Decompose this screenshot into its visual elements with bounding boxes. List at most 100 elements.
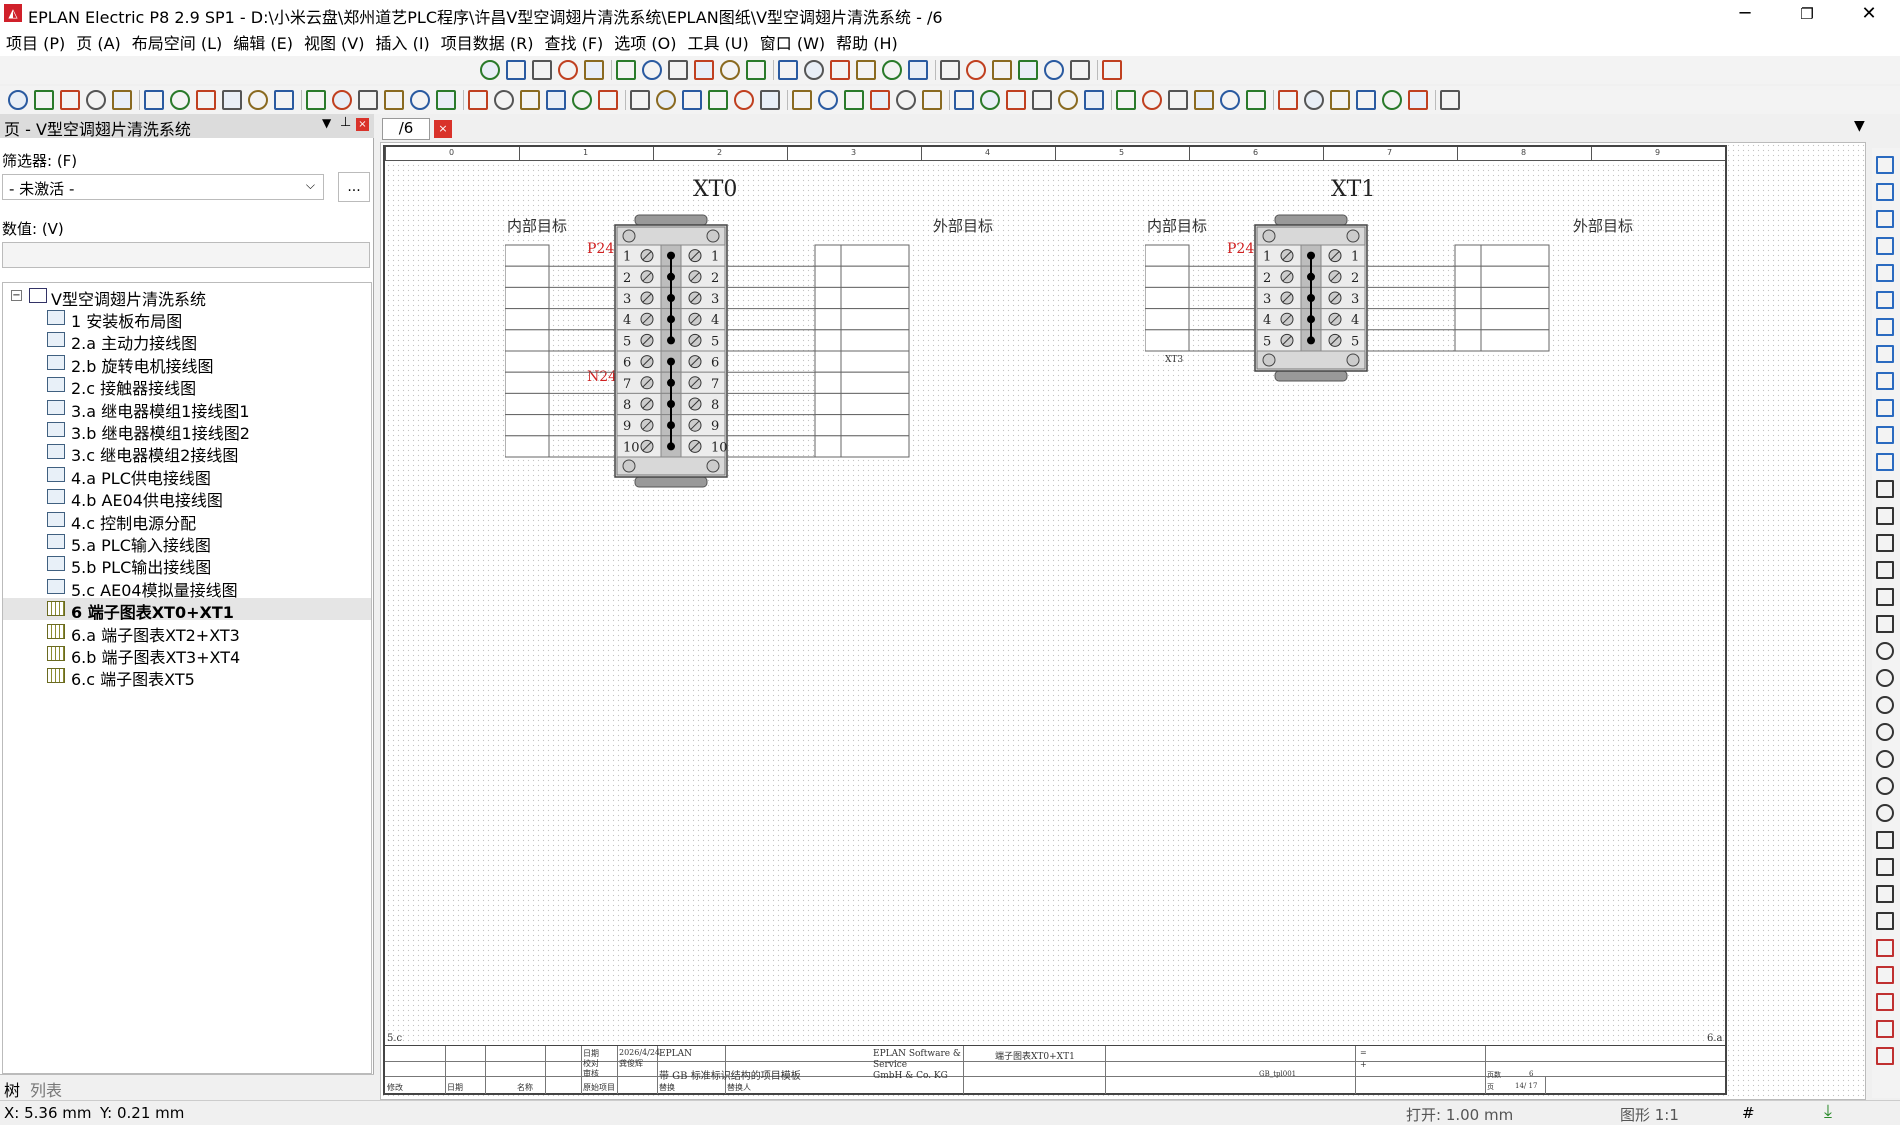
tree-item[interactable]: 3.a 继电器模组1接线图1 <box>3 397 371 421</box>
drawing-tool-icon[interactable] <box>1876 696 1894 714</box>
drawing-tool-icon[interactable] <box>1876 966 1894 984</box>
toolbar-tool-icon[interactable] <box>870 90 890 110</box>
drawing-tool-icon[interactable] <box>1876 723 1894 741</box>
drawing-tool-icon[interactable] <box>1876 885 1894 903</box>
menu-item-8[interactable]: 选项 (O) <box>614 30 676 54</box>
toolbar-tool-icon[interactable] <box>1006 90 1026 110</box>
tree-item[interactable]: 3.c 继电器模组2接线图 <box>3 441 371 465</box>
toolbar-tool-icon[interactable] <box>1084 90 1104 110</box>
toolbar-tool-icon[interactable] <box>1168 90 1188 110</box>
toolbar-tool-icon[interactable] <box>584 60 604 80</box>
toolbar-tool-icon[interactable] <box>966 60 986 80</box>
toolbar-tool-icon[interactable] <box>694 60 714 80</box>
toolbar-tool-icon[interactable] <box>830 60 850 80</box>
toolbar-tool-icon[interactable] <box>1382 90 1402 110</box>
toolbar-tool-icon[interactable] <box>86 90 106 110</box>
toolbar-tool-icon[interactable] <box>630 90 650 110</box>
tree-item[interactable]: 5.c AE04模拟量接线图 <box>3 576 371 600</box>
tab-tree[interactable]: 树 <box>4 1077 20 1101</box>
prev-page-ref[interactable]: 5.c <box>387 1033 402 1044</box>
drawing-tool-icon[interactable] <box>1876 831 1894 849</box>
toolbar-tool-icon[interactable] <box>222 90 242 110</box>
drawing-tool-icon[interactable] <box>1876 750 1894 768</box>
toolbar-tool-icon[interactable] <box>940 60 960 80</box>
drawing-tool-icon[interactable] <box>1876 642 1894 660</box>
tree-item[interactable]: 6.a 端子图表XT2+XT3 <box>3 621 371 645</box>
toolbar-tool-icon[interactable] <box>1018 60 1038 80</box>
toolbar-tool-icon[interactable] <box>384 90 404 110</box>
drawing-tool-icon[interactable] <box>1876 183 1894 201</box>
toolbar-tool-icon[interactable] <box>804 60 824 80</box>
toolbar-tool-icon[interactable] <box>908 60 928 80</box>
toolbar-tool-icon[interactable] <box>1278 90 1298 110</box>
toolbar-tool-icon[interactable] <box>1142 90 1162 110</box>
tree-item[interactable]: 6.c 端子图表XT5 <box>3 665 371 689</box>
toolbar-tool-icon[interactable] <box>980 90 1000 110</box>
download-icon[interactable]: ⤓ <box>1824 1101 1832 1122</box>
toolbar-tool-icon[interactable] <box>882 60 902 80</box>
restore-button[interactable]: ❐ <box>1778 0 1836 28</box>
toolbar-tool-icon[interactable] <box>436 90 456 110</box>
tree-item[interactable]: 6 端子图表XT0+XT1 <box>3 598 371 622</box>
toolbar-tool-icon[interactable] <box>144 90 164 110</box>
toolbar-tool-icon[interactable] <box>1102 60 1122 80</box>
menu-item-9[interactable]: 工具 (U) <box>687 30 748 54</box>
tree-item[interactable]: 2.a 主动力接线图 <box>3 329 371 353</box>
minimize-button[interactable]: ─ <box>1716 0 1774 28</box>
menu-item-11[interactable]: 帮助 (H) <box>836 30 898 54</box>
toolbar-tool-icon[interactable] <box>642 60 662 80</box>
toolbar-tool-icon[interactable] <box>1032 90 1052 110</box>
toolbar-tool-icon[interactable] <box>1304 90 1324 110</box>
toolbar-tool-icon[interactable] <box>572 90 592 110</box>
toolbar-tool-icon[interactable] <box>358 90 378 110</box>
menu-item-5[interactable]: 插入 (I) <box>375 30 429 54</box>
next-page-ref[interactable]: 6.a <box>1707 1033 1723 1044</box>
panel-menu-icon[interactable]: ▼ <box>322 116 331 130</box>
menu-item-3[interactable]: 编辑 (E) <box>233 30 293 54</box>
filter-browse-button[interactable]: ... <box>338 172 370 202</box>
menu-item-7[interactable]: 查找 (F) <box>544 30 603 54</box>
drawing-tool-icon[interactable] <box>1876 615 1894 633</box>
toolbar-tool-icon[interactable] <box>734 90 754 110</box>
toolbar-tool-icon[interactable] <box>1220 90 1240 110</box>
toolbar-tool-icon[interactable] <box>196 90 216 110</box>
menu-item-10[interactable]: 窗口 (W) <box>760 30 825 54</box>
toolbar-tool-icon[interactable] <box>468 90 488 110</box>
tree-item[interactable]: 1 安装板布局图 <box>3 307 371 331</box>
tree-item[interactable]: 5.b PLC输出接线图 <box>3 553 371 577</box>
drawing-tool-icon[interactable] <box>1876 804 1894 822</box>
tree-item[interactable]: 2.b 旋转电机接线图 <box>3 352 371 376</box>
drawing-tool-icon[interactable] <box>1876 993 1894 1011</box>
drawing-tool-icon[interactable] <box>1876 156 1894 174</box>
toolbar-tool-icon[interactable] <box>844 90 864 110</box>
drawing-canvas[interactable]: 0123456789 5.c 6.a XT0 内部目标 外部目标 P24 N24… <box>380 142 1866 1100</box>
tab-dropdown-icon[interactable]: ▼ <box>1854 118 1865 134</box>
tree-item[interactable]: 3.b 继电器模组1接线图2 <box>3 419 371 443</box>
terminal-strip-xt1[interactable]: 1 1 2 2 3 3 4 4 5 5 <box>1145 187 1665 397</box>
drawing-tool-icon[interactable] <box>1876 345 1894 363</box>
toolbar-tool-icon[interactable] <box>708 90 728 110</box>
drawing-tool-icon[interactable] <box>1876 1047 1894 1065</box>
toolbar-tool-icon[interactable] <box>34 90 54 110</box>
toolbar-tool-icon[interactable] <box>506 60 526 80</box>
toolbar-tool-icon[interactable] <box>668 60 688 80</box>
toolbar-tool-icon[interactable] <box>792 90 812 110</box>
toolbar-tool-icon[interactable] <box>558 60 578 80</box>
tree-root[interactable]: − V型空调翅片清洗系统 <box>3 285 371 309</box>
tab-close-icon[interactable]: × <box>434 120 452 138</box>
toolbar-tool-icon[interactable] <box>720 60 740 80</box>
panel-close-icon[interactable]: × <box>356 118 369 131</box>
toolbar-tool-icon[interactable] <box>1194 90 1214 110</box>
tab-page-6[interactable]: /6 <box>382 118 430 140</box>
drawing-tool-icon[interactable] <box>1876 210 1894 228</box>
drawing-tool-icon[interactable] <box>1876 669 1894 687</box>
toolbar-tool-icon[interactable] <box>922 90 942 110</box>
drawing-tool-icon[interactable] <box>1876 291 1894 309</box>
drawing-tool-icon[interactable] <box>1876 777 1894 795</box>
toolbar-tool-icon[interactable] <box>992 60 1012 80</box>
menu-item-6[interactable]: 项目数据 (R) <box>441 30 534 54</box>
drawing-tool-icon[interactable] <box>1876 399 1894 417</box>
toolbar-tool-icon[interactable] <box>896 90 916 110</box>
drawing-tool-icon[interactable] <box>1876 939 1894 957</box>
menu-item-1[interactable]: 页 (A) <box>76 30 121 54</box>
